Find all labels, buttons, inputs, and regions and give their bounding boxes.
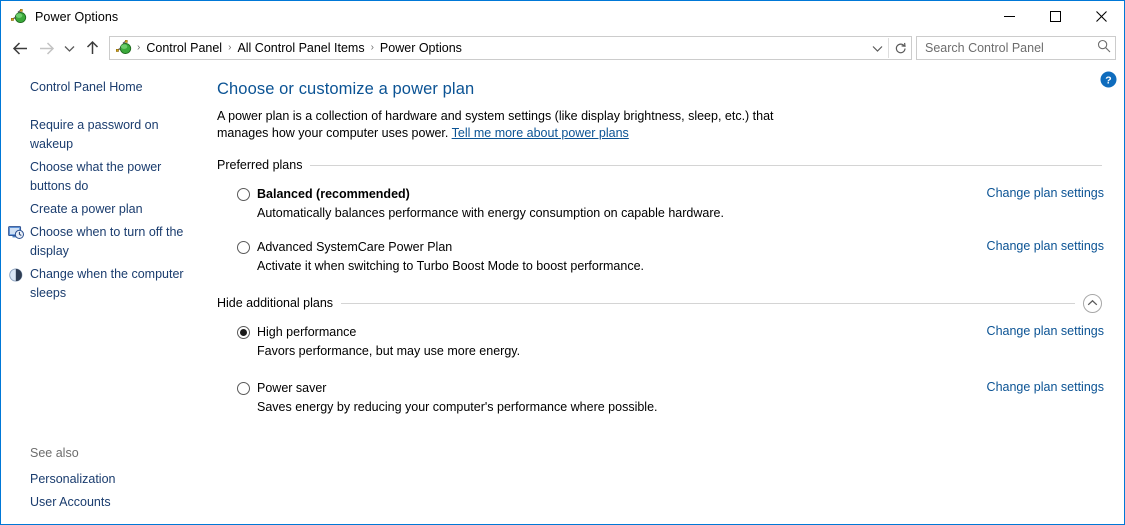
caption-buttons bbox=[986, 1, 1124, 32]
change-plan-settings-power-saver[interactable]: Change plan settings bbox=[987, 380, 1104, 394]
group-header: Hide additional plans bbox=[217, 292, 1104, 314]
plan-name[interactable]: Advanced SystemCare Power Plan bbox=[257, 239, 452, 256]
minimize-button[interactable] bbox=[986, 1, 1032, 32]
address-bar[interactable]: › Control Panel › All Control Panel Item… bbox=[109, 36, 912, 60]
plan-description: Saves energy by reducing your computer's… bbox=[257, 400, 658, 414]
plan-list-preferred: Balanced (recommended) Automatically bal… bbox=[217, 176, 1104, 275]
breadcrumb-all-control-panel-items[interactable]: All Control Panel Items bbox=[233, 41, 368, 55]
plan-row[interactable]: High performance bbox=[237, 324, 1104, 341]
window-body: Control Panel Home Require a password on… bbox=[1, 64, 1124, 524]
chevron-down-icon[interactable] bbox=[866, 37, 888, 59]
plan-description: Automatically balances performance with … bbox=[257, 206, 724, 220]
sidebar-item-computer-sleeps[interactable]: Change when the computer sleeps bbox=[1, 263, 213, 305]
sidebar-item-personalization[interactable]: Personalization bbox=[1, 468, 213, 491]
see-also-section: See also Personalization User Accounts bbox=[1, 444, 213, 514]
group-additional-plans: Hide additional plans High performance F… bbox=[217, 292, 1104, 416]
breadcrumb-power-options[interactable]: Power Options bbox=[376, 41, 466, 55]
sidebar-item-power-buttons[interactable]: Choose what the power buttons do bbox=[1, 156, 213, 198]
plan-description: Activate it when switching to Turbo Boos… bbox=[257, 259, 645, 273]
group-divider bbox=[310, 164, 1102, 166]
plan-name[interactable]: Balanced (recommended) bbox=[257, 186, 410, 203]
sidebar-item-label[interactable]: Require a password on wakeup bbox=[1, 116, 203, 154]
radio-advanced-systemcare[interactable] bbox=[237, 241, 250, 254]
window-title: Power Options bbox=[35, 9, 119, 24]
change-plan-settings-advanced-systemcare[interactable]: Change plan settings bbox=[987, 239, 1104, 253]
group-label: Preferred plans bbox=[217, 158, 303, 172]
plan-name[interactable]: High performance bbox=[257, 324, 356, 341]
navigation-bar: › Control Panel › All Control Panel Item… bbox=[1, 32, 1124, 64]
group-header: Preferred plans bbox=[217, 154, 1104, 176]
page-title: Choose or customize a power plan bbox=[217, 80, 475, 98]
page-description: A power plan is a collection of hardware… bbox=[217, 108, 802, 142]
sidebar-item-label[interactable]: Change when the computer sleeps bbox=[1, 265, 203, 303]
sidebar: Control Panel Home Require a password on… bbox=[1, 64, 213, 524]
help-question-icon[interactable]: ? bbox=[1100, 71, 1117, 88]
change-plan-settings-balanced[interactable]: Change plan settings bbox=[987, 186, 1104, 200]
main-content: ? Choose or customize a power plan A pow… bbox=[213, 64, 1124, 524]
plan-row[interactable]: Balanced (recommended) bbox=[237, 186, 1104, 203]
plan-item-power-saver: Power saver Saves energy by reducing you… bbox=[237, 380, 1104, 416]
sidebar-item-user-accounts[interactable]: User Accounts bbox=[1, 491, 213, 514]
recent-locations-button[interactable] bbox=[59, 35, 79, 61]
search-icon[interactable] bbox=[1097, 39, 1111, 58]
sidebar-item-label[interactable]: Choose when to turn off the display bbox=[1, 223, 203, 261]
plan-row[interactable]: Power saver bbox=[237, 380, 1104, 397]
tell-me-more-link[interactable]: Tell me more about power plans bbox=[452, 126, 629, 140]
plan-item-high-performance: High performance Favors performance, but… bbox=[237, 324, 1104, 360]
sidebar-item-label[interactable]: Create a power plan bbox=[1, 200, 143, 219]
back-button[interactable] bbox=[7, 35, 33, 61]
forward-button[interactable] bbox=[33, 35, 59, 61]
svg-text:?: ? bbox=[1105, 74, 1111, 86]
breadcrumb-separator: › bbox=[370, 42, 374, 53]
refresh-icon[interactable] bbox=[889, 37, 911, 59]
plan-list-additional: High performance Favors performance, but… bbox=[217, 314, 1104, 416]
plan-item-balanced: Balanced (recommended) Automatically bal… bbox=[237, 186, 1104, 222]
sidebar-item-label[interactable]: Choose what the power buttons do bbox=[1, 158, 203, 196]
close-button[interactable] bbox=[1078, 1, 1124, 32]
search-box[interactable] bbox=[916, 36, 1116, 60]
sidebar-item-control-panel-home[interactable]: Control Panel Home bbox=[1, 76, 213, 99]
plan-description: Favors performance, but may use more ene… bbox=[257, 344, 521, 358]
radio-power-saver[interactable] bbox=[237, 382, 250, 395]
title-bar: Power Options bbox=[1, 1, 1124, 32]
group-label: Hide additional plans bbox=[217, 296, 334, 310]
plan-row[interactable]: Advanced SystemCare Power Plan bbox=[237, 239, 1104, 256]
breadcrumb-separator: › bbox=[228, 42, 232, 53]
breadcrumb-control-panel[interactable]: Control Panel bbox=[142, 41, 226, 55]
monitor-clock-icon bbox=[8, 225, 24, 241]
change-plan-settings-high-performance[interactable]: Change plan settings bbox=[987, 324, 1104, 338]
plan-item-advanced-systemcare: Advanced SystemCare Power Plan Activate … bbox=[237, 239, 1104, 275]
sleep-moon-icon bbox=[8, 267, 24, 283]
sidebar-item-require-password[interactable]: Require a password on wakeup bbox=[1, 114, 213, 156]
plan-name[interactable]: Power saver bbox=[257, 380, 326, 397]
maximize-button[interactable] bbox=[1032, 1, 1078, 32]
address-power-plug-icon bbox=[116, 40, 132, 56]
search-input[interactable] bbox=[925, 41, 1097, 55]
see-also-heading: See also bbox=[30, 446, 79, 460]
power-plug-icon bbox=[11, 8, 27, 25]
group-preferred-plans: Preferred plans Balanced (recommended) A… bbox=[217, 154, 1104, 275]
power-options-window: Power Options › Control Panel › All Cont… bbox=[0, 0, 1125, 525]
chevron-up-icon[interactable] bbox=[1083, 293, 1102, 313]
group-divider bbox=[341, 302, 1075, 304]
breadcrumb-separator: › bbox=[137, 42, 141, 53]
sidebar-item-turn-off-display[interactable]: Choose when to turn off the display bbox=[1, 221, 213, 263]
radio-balanced[interactable] bbox=[237, 188, 250, 201]
up-one-level-button[interactable] bbox=[79, 35, 105, 61]
radio-high-performance[interactable] bbox=[237, 326, 250, 339]
sidebar-item-create-plan[interactable]: Create a power plan bbox=[1, 198, 213, 221]
